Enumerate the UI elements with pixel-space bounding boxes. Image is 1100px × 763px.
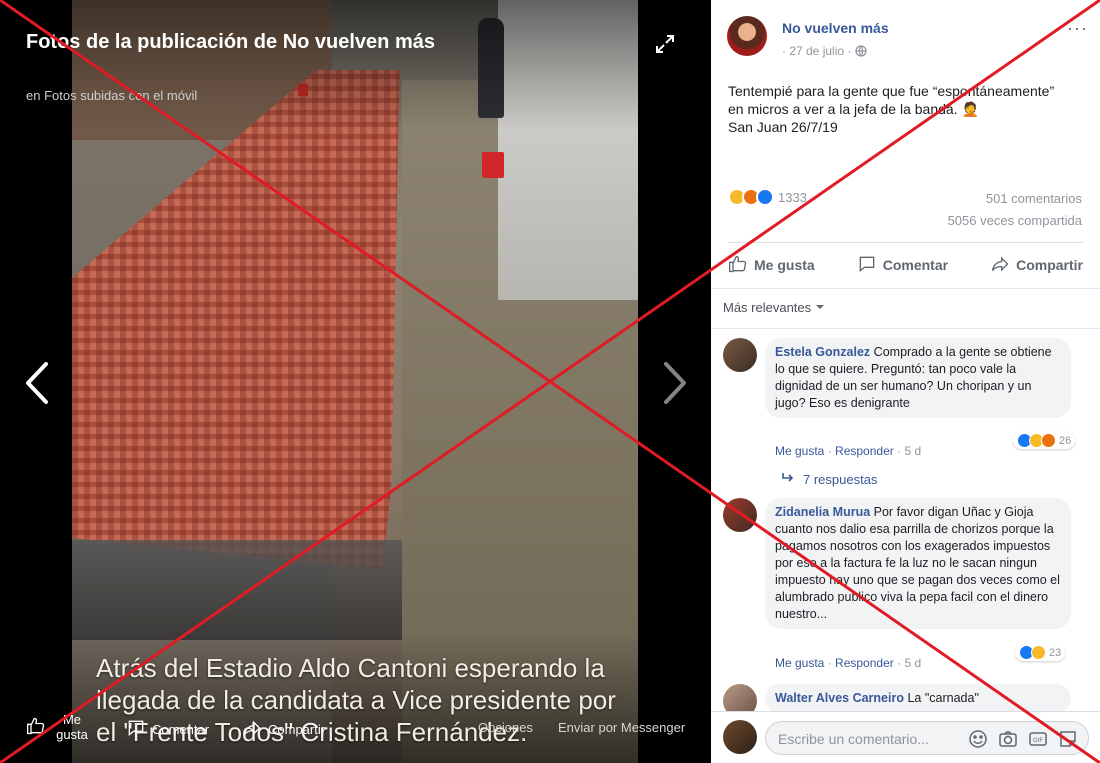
- divider: [711, 288, 1100, 289]
- composer-icons: GIF: [968, 729, 1078, 749]
- globe-icon: [855, 45, 867, 57]
- comments-count-link[interactable]: 501 comentarios: [986, 191, 1082, 206]
- post-text-line: Tentempié para la gente que fue “espontá…: [728, 83, 1055, 99]
- sort-label: Más relevantes: [723, 300, 812, 315]
- like-reaction-icon: [756, 188, 774, 206]
- like-label: Me gusta: [754, 257, 815, 273]
- photo-viewer: Atrás del Estadio Aldo Cantoni esperando…: [0, 0, 711, 763]
- viewer-share-button[interactable]: Compartir: [242, 718, 325, 741]
- comment-reply-link[interactable]: Responder: [835, 444, 894, 458]
- post-header: No vuelven más · 27 de julio · ···: [711, 0, 1100, 70]
- replies-label: 7 respuestas: [803, 472, 878, 487]
- expand-icon[interactable]: [652, 32, 678, 58]
- viewer-subtitle[interactable]: en Fotos subidas con el móvil: [26, 88, 197, 103]
- reactions-summary[interactable]: 1333: [728, 188, 807, 206]
- comment-age[interactable]: 5 d: [904, 444, 921, 458]
- post-text-line: en micros a ver a la jefa de la banda. 🤦: [728, 101, 979, 117]
- more-options-icon[interactable]: ···: [1067, 18, 1088, 39]
- view-replies-link[interactable]: 7 respuestas: [781, 472, 877, 487]
- post-date: · 27 de julio ·: [782, 44, 867, 58]
- comment-reply-link[interactable]: Responder: [835, 656, 894, 670]
- post-date-text[interactable]: · 27 de julio ·: [782, 44, 851, 58]
- post-text-line: San Juan 26/7/19: [728, 119, 838, 135]
- viewer-options-link[interactable]: Opciones: [478, 720, 533, 735]
- share-icon: [242, 718, 262, 741]
- comment-reactions[interactable]: 26: [1013, 432, 1076, 449]
- post-actions: Me gusta Comentar Compartir: [728, 250, 1083, 280]
- current-user-avatar[interactable]: [723, 720, 757, 754]
- page-avatar[interactable]: [727, 16, 767, 56]
- comment-meta: Me gusta · Responder · 5 d: [775, 656, 921, 670]
- comment-icon: [126, 718, 146, 741]
- photo-coals: [72, 540, 402, 640]
- meta-separator: ·: [827, 444, 836, 458]
- viewer-title[interactable]: Fotos de la publicación de No vuelven má…: [26, 28, 446, 56]
- comment-reaction-count: 26: [1059, 434, 1072, 447]
- viewer-share-label: Compartir: [268, 722, 326, 737]
- post-text: Tentempié para la gente que fue “espontá…: [728, 82, 1088, 136]
- comment-text: La "carnada": [907, 691, 979, 705]
- comment-icon: [857, 254, 877, 277]
- viewer-comment-button[interactable]: Comentar: [126, 718, 209, 741]
- angry-reaction-icon: [1041, 433, 1056, 448]
- comment-bubble: Estela Gonzalez Comprado a la gente se o…: [765, 338, 1071, 418]
- comment-text: Por favor digan Uñac y Gioja cuanto nos …: [775, 505, 1060, 621]
- comment-reactions[interactable]: 23: [1015, 644, 1066, 661]
- send-messenger-link[interactable]: Enviar por Messenger: [558, 720, 685, 735]
- facebook-photo-viewer: Atrás del Estadio Aldo Cantoni esperando…: [0, 0, 1100, 763]
- comment-reaction-count: 23: [1049, 646, 1062, 659]
- comment-author-link[interactable]: Estela Gonzalez: [775, 345, 870, 359]
- sad-reaction-icon: [1031, 645, 1046, 660]
- comment-like-link[interactable]: Me gusta: [775, 656, 824, 670]
- like-button[interactable]: Me gusta: [728, 254, 815, 277]
- chevron-left-icon[interactable]: [18, 358, 58, 408]
- svg-text:GIF: GIF: [1033, 738, 1043, 744]
- comment-input-placeholder: Escribe un comentario...: [778, 731, 929, 747]
- caret-down-icon: [815, 300, 825, 315]
- viewer-like-label: Me gusta: [56, 712, 88, 742]
- post-sidebar: No vuelven más · 27 de julio · ··· Tente…: [711, 0, 1100, 763]
- comment-author-link[interactable]: Zidanelia Murua: [775, 505, 870, 519]
- reply-arrow-icon: [781, 472, 795, 487]
- comment-like-link[interactable]: Me gusta: [775, 444, 824, 458]
- camera-icon[interactable]: [998, 729, 1018, 749]
- gif-icon[interactable]: GIF: [1028, 729, 1048, 749]
- page-name-link[interactable]: No vuelven más: [782, 20, 889, 36]
- emoji-icon[interactable]: [968, 729, 988, 749]
- commenter-avatar[interactable]: [723, 498, 757, 532]
- reaction-count: 1333: [778, 189, 807, 205]
- comment-bubble: Zidanelia Murua Por favor digan Uñac y G…: [765, 498, 1071, 629]
- comment-meta: Me gusta · Responder · 5 d: [775, 444, 921, 458]
- comment-button[interactable]: Comentar: [857, 254, 948, 277]
- share-button[interactable]: Compartir: [990, 254, 1083, 277]
- comment-age[interactable]: 5 d: [904, 656, 921, 670]
- share-icon: [990, 254, 1010, 277]
- comment-input[interactable]: Escribe un comentario... GIF: [765, 721, 1089, 755]
- viewer-comment-label: Comentar: [152, 722, 210, 737]
- thumbs-up-icon: [728, 254, 748, 277]
- divider: [711, 328, 1100, 329]
- comment-composer: Escribe un comentario... GIF: [711, 711, 1100, 763]
- top-shade: [0, 0, 711, 130]
- photo-red-bucket: [482, 152, 504, 178]
- share-label: Compartir: [1016, 257, 1083, 273]
- chevron-right-icon[interactable]: [654, 358, 694, 408]
- commenter-avatar[interactable]: [723, 338, 757, 372]
- comment-bubble: Walter Alves Carneiro La "carnada": [765, 684, 1071, 713]
- comment-author-link[interactable]: Walter Alves Carneiro: [775, 691, 904, 705]
- comment-label: Comentar: [882, 257, 949, 273]
- thumbs-up-icon: [26, 716, 46, 739]
- comment-sort-dropdown[interactable]: Más relevantes: [723, 300, 825, 315]
- divider: [728, 242, 1083, 243]
- viewer-like-button[interactable]: Me gusta: [26, 712, 92, 742]
- shares-count-link[interactable]: 5056 veces compartida: [948, 213, 1082, 228]
- sticker-icon[interactable]: [1058, 729, 1078, 749]
- meta-separator: ·: [827, 656, 836, 670]
